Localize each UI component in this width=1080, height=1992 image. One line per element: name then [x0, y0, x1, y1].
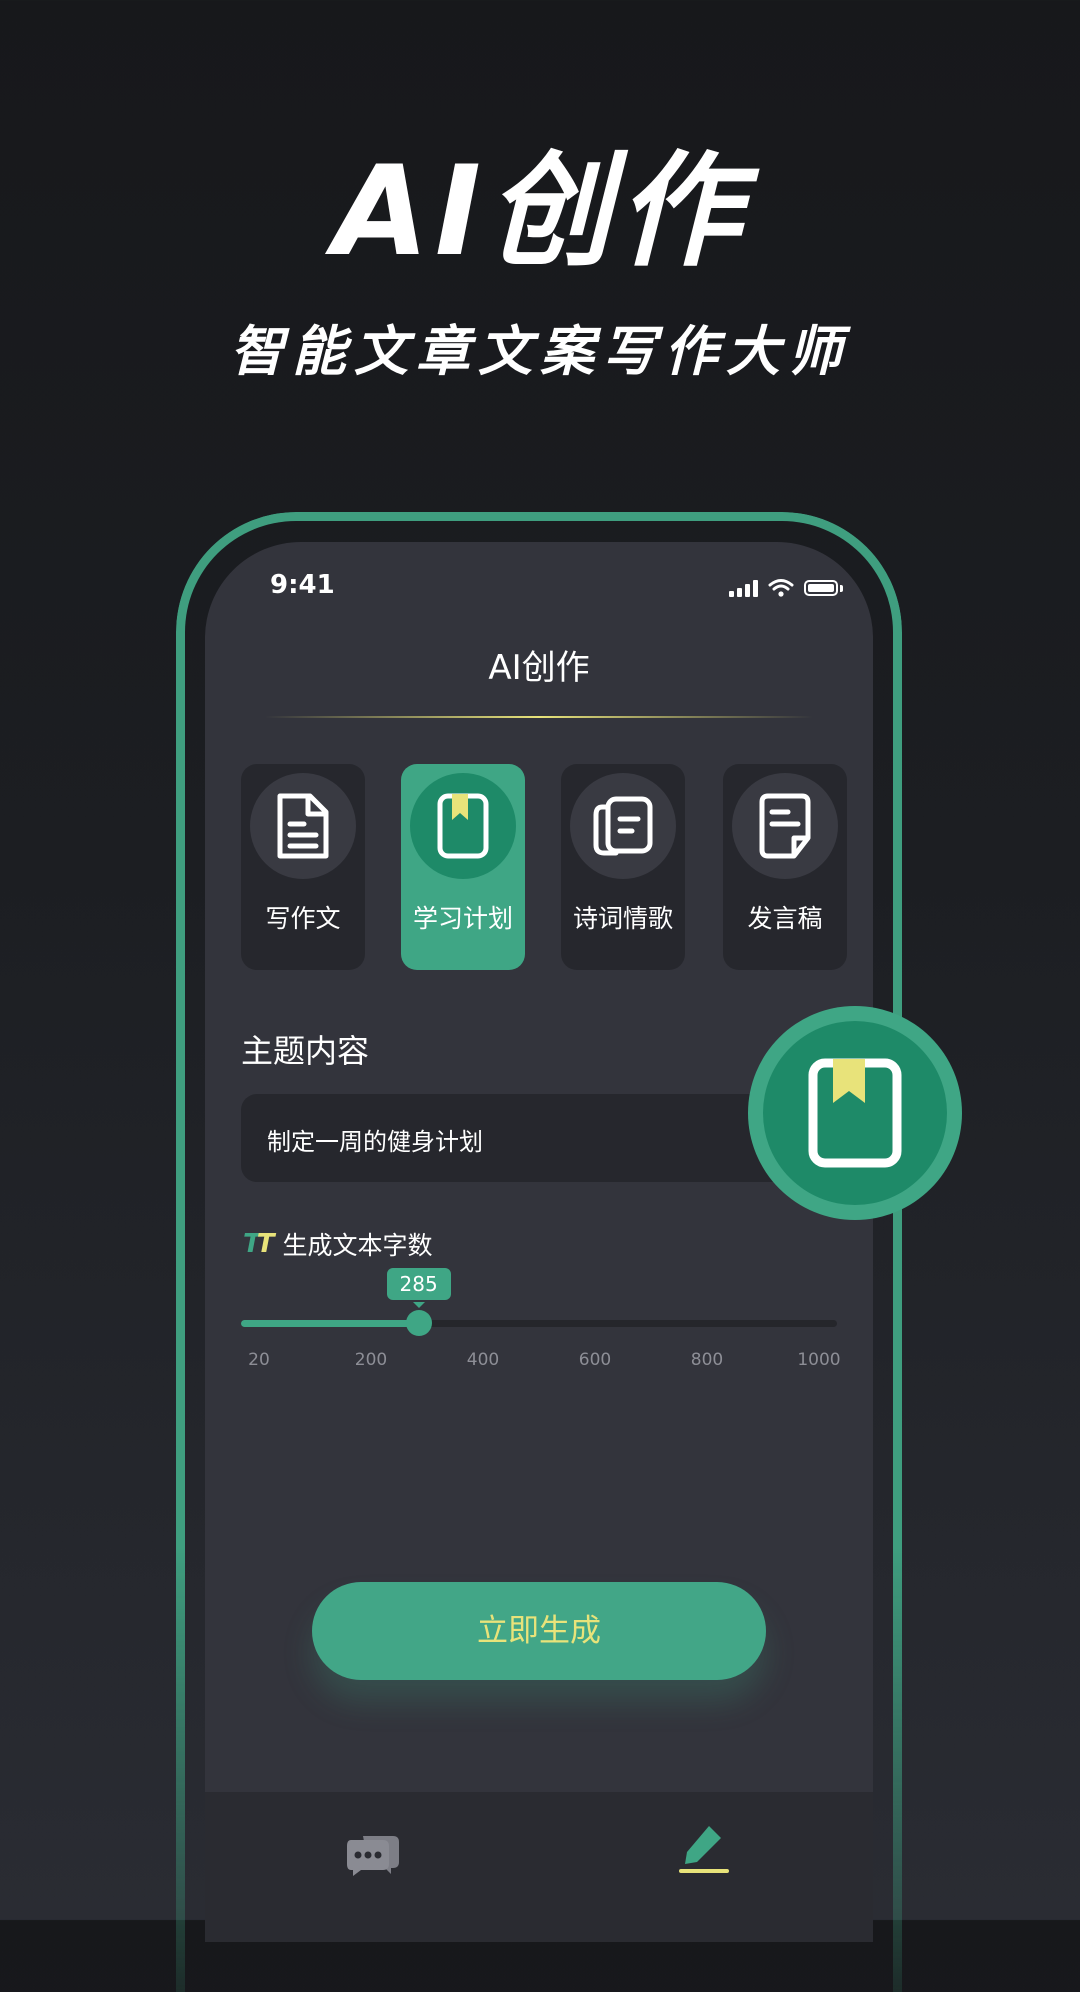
- topic-input-value: 制定一周的健身计划: [267, 1128, 483, 1156]
- category-poetry[interactable]: 诗词情歌: [561, 764, 685, 970]
- slider-ticks: 20 200 400 600 800 1000: [241, 1350, 840, 1374]
- category-label: 学习计划: [412, 904, 513, 933]
- title-divider: [265, 716, 813, 718]
- category-label: 发言稿: [747, 904, 823, 933]
- wifi-icon: [768, 579, 794, 597]
- status-icons: [729, 578, 843, 598]
- category-label: 诗词情歌: [572, 904, 673, 933]
- floating-study-plan-badge: [748, 1006, 962, 1220]
- topic-section-title: 主题内容: [241, 1032, 370, 1070]
- tab-chat[interactable]: [345, 1828, 401, 1882]
- slider-value-bubble: 285: [386, 1268, 451, 1308]
- word-count-label: 生成文本字数: [282, 1231, 433, 1260]
- category-study-plan[interactable]: 学习计划: [401, 764, 525, 970]
- text-size-icon: TT: [243, 1229, 274, 1259]
- chat-icon: [347, 1836, 399, 1876]
- bookmark-book-icon: [808, 1058, 902, 1168]
- write-pen-icon: [679, 1826, 729, 1873]
- slider-tick: 400: [466, 1350, 500, 1370]
- status-time: 9:41: [270, 570, 335, 600]
- slider-tick: 200: [354, 1350, 388, 1370]
- tab-write[interactable]: [679, 1822, 729, 1878]
- category-speech[interactable]: 发言稿: [723, 764, 847, 970]
- book-scroll-icon: [593, 796, 653, 856]
- word-count-header: TT 生成文本字数: [243, 1226, 433, 1262]
- phone-screen: 9:41 AI创作 写作文 学习计划 诗词情歌 发言稿 主题内容 制定一周的健身…: [205, 542, 873, 1942]
- slider-tick: 600: [578, 1350, 612, 1370]
- word-count-slider[interactable]: [241, 1310, 837, 1336]
- slider-tick: 1000: [797, 1350, 841, 1370]
- battery-icon: [804, 580, 838, 596]
- hero-subtitle: 智能文章文案写作大师: [230, 320, 850, 383]
- signal-icon: [729, 579, 758, 597]
- slider-tick: 20: [248, 1350, 270, 1370]
- battery-tip: [840, 584, 843, 592]
- bookmark-book-icon: [437, 793, 489, 859]
- document-icon: [277, 793, 329, 859]
- hero-title: AI创作: [332, 140, 748, 284]
- slider-fill: [241, 1320, 419, 1327]
- screen-title: AI创作: [488, 648, 590, 688]
- category-list: 写作文 学习计划 诗词情歌 发言稿: [241, 764, 847, 970]
- category-label: 写作文: [265, 904, 341, 933]
- speech-note-icon: [759, 793, 811, 859]
- category-essay[interactable]: 写作文: [241, 764, 365, 970]
- slider-handle[interactable]: [405, 1310, 432, 1336]
- generate-button[interactable]: 立即生成: [312, 1582, 766, 1680]
- slider-tick: 800: [690, 1350, 724, 1370]
